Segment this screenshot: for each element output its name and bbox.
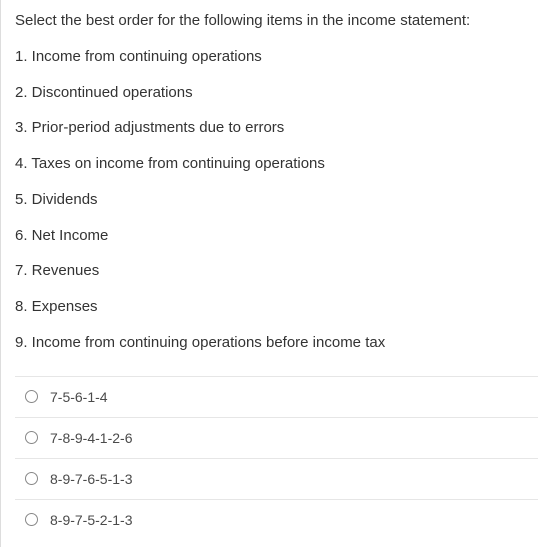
choice-label: 7-8-9-4-1-2-6 xyxy=(50,430,132,446)
stem-item: 5. Dividends xyxy=(15,189,538,211)
stem-item: 2. Discontinued operations xyxy=(15,82,538,104)
radio-icon xyxy=(25,431,38,444)
answer-choice-2[interactable]: 8-9-7-6-5-1-3 xyxy=(15,458,538,499)
stem-item: 6. Net Income xyxy=(15,225,538,247)
radio-icon xyxy=(25,472,38,485)
stem-item: 1. Income from continuing operations xyxy=(15,46,538,68)
stem-item: 8. Expenses xyxy=(15,296,538,318)
choice-label: 8-9-7-5-2-1-3 xyxy=(50,512,132,528)
question-container: Select the best order for the following … xyxy=(0,0,552,547)
answer-choices: 7-5-6-1-4 7-8-9-4-1-2-6 8-9-7-6-5-1-3 8-… xyxy=(15,376,538,540)
stem-item: 4. Taxes on income from continuing opera… xyxy=(15,153,538,175)
stem-item: 9. Income from continuing operations bef… xyxy=(15,332,538,354)
stem-item: 7. Revenues xyxy=(15,260,538,282)
radio-icon xyxy=(25,390,38,403)
choice-label: 8-9-7-6-5-1-3 xyxy=(50,471,132,487)
answer-choice-0[interactable]: 7-5-6-1-4 xyxy=(15,376,538,417)
choice-label: 7-5-6-1-4 xyxy=(50,389,108,405)
answer-choice-1[interactable]: 7-8-9-4-1-2-6 xyxy=(15,417,538,458)
radio-icon xyxy=(25,513,38,526)
stem-item: 3. Prior-period adjustments due to error… xyxy=(15,117,538,139)
question-prompt: Select the best order for the following … xyxy=(15,10,538,32)
answer-choice-3[interactable]: 8-9-7-5-2-1-3 xyxy=(15,499,538,540)
question-stem: Select the best order for the following … xyxy=(15,10,538,354)
